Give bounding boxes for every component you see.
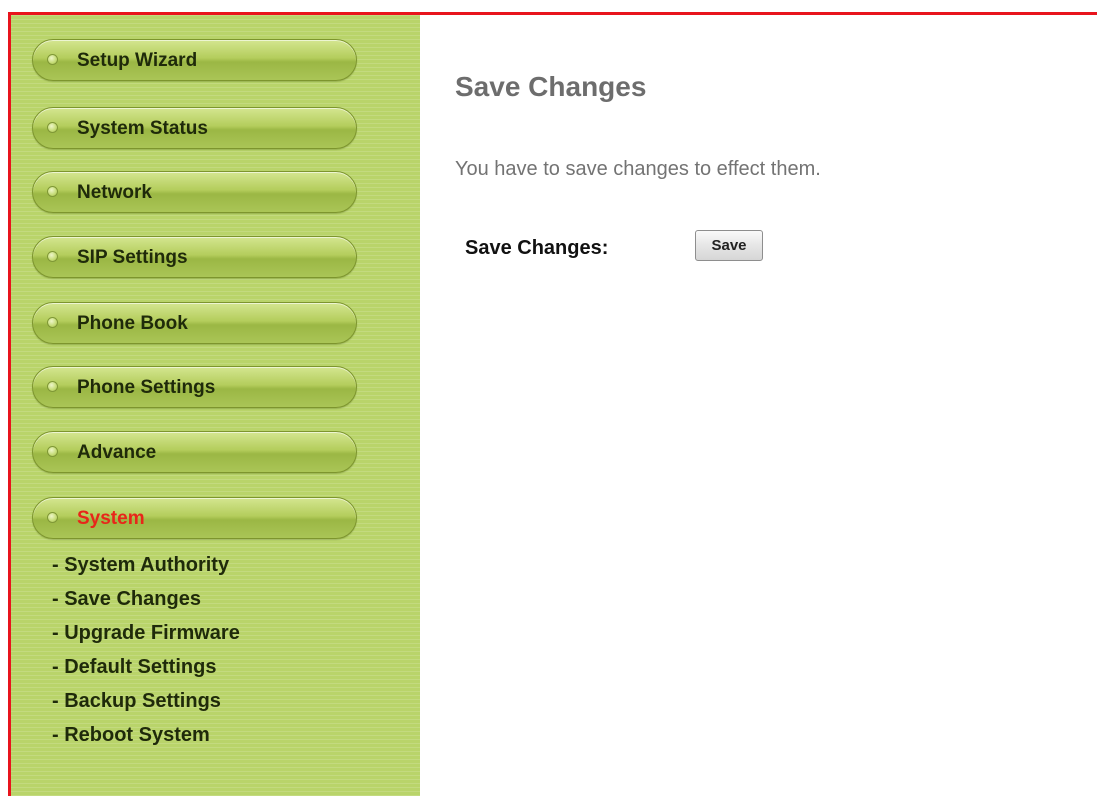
menu-system-status[interactable]: System Status: [32, 107, 357, 149]
submenu-reboot-system[interactable]: - Reboot System: [52, 718, 240, 752]
menu-sip-settings[interactable]: SIP Settings: [32, 236, 357, 278]
radio-ring-icon: [47, 54, 58, 65]
submenu-default-settings[interactable]: - Default Settings: [52, 650, 240, 684]
radio-ring-icon: [47, 251, 58, 262]
radio-ring-icon: [47, 381, 58, 392]
save-button[interactable]: Save: [695, 230, 763, 261]
menu-advance[interactable]: Advance: [32, 431, 357, 473]
menu-label: Network: [77, 182, 152, 203]
radio-ring-icon: [47, 512, 58, 523]
radio-ring-icon: [47, 122, 58, 133]
menu-setup-wizard[interactable]: Setup Wizard: [32, 39, 357, 81]
submenu-save-changes[interactable]: - Save Changes: [52, 582, 240, 616]
menu-label: Setup Wizard: [77, 50, 198, 71]
menu-system[interactable]: System: [32, 497, 357, 539]
menu-phone-settings[interactable]: Phone Settings: [32, 366, 357, 408]
menu-label: System: [77, 508, 145, 529]
page-title: Save Changes: [455, 71, 647, 102]
radio-ring-icon: [47, 186, 58, 197]
submenu-backup-settings[interactable]: - Backup Settings: [52, 684, 240, 718]
menu-label: Phone Book: [77, 313, 188, 334]
menu-label: System Status: [77, 118, 208, 139]
submenu-upgrade-firmware[interactable]: - Upgrade Firmware: [52, 616, 240, 650]
page-description: You have to save changes to effect them.: [455, 158, 821, 180]
menu-label: Advance: [77, 442, 157, 463]
menu-network[interactable]: Network: [32, 171, 357, 213]
save-changes-label: Save Changes:: [465, 237, 609, 259]
system-submenu: - System Authority - Save Changes - Upgr…: [52, 548, 240, 752]
menu-label: Phone Settings: [77, 377, 216, 398]
menu-phone-book[interactable]: Phone Book: [32, 302, 357, 344]
radio-ring-icon: [47, 317, 58, 328]
radio-ring-icon: [47, 446, 58, 457]
menu-label: SIP Settings: [77, 247, 188, 268]
submenu-system-authority[interactable]: - System Authority: [52, 548, 240, 582]
